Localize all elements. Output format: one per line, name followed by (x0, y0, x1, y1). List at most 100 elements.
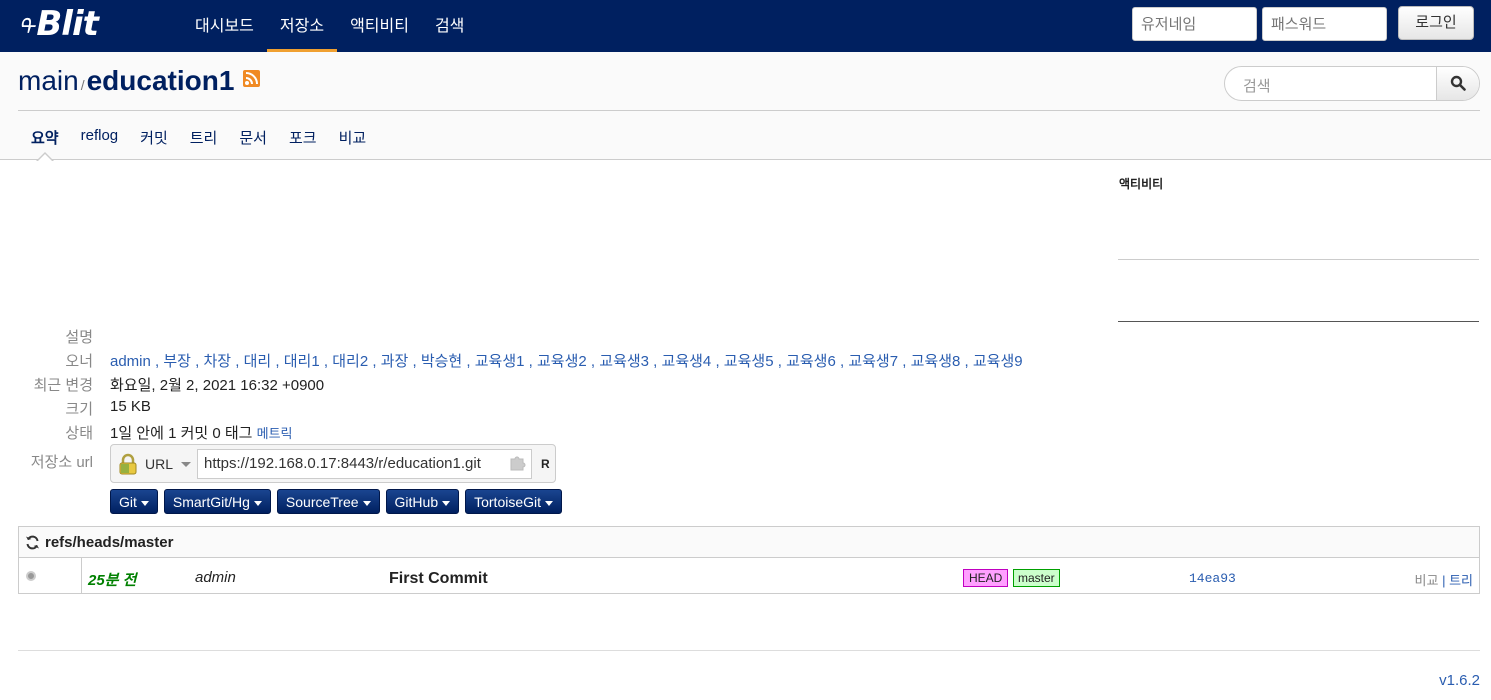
version-label: v1.6.2 (1439, 672, 1480, 689)
owner-link[interactable]: admin (110, 353, 151, 370)
refresh-icon[interactable] (25, 535, 40, 555)
nav-search[interactable]: 검색 (422, 0, 477, 52)
nav-activity[interactable]: 액티비티 (337, 0, 422, 52)
login-button[interactable]: 로그인 (1398, 6, 1474, 40)
tab-commits[interactable]: 커밋 (129, 124, 179, 160)
permission-badge: R (541, 457, 550, 471)
ref-badge-master[interactable]: master (1013, 569, 1060, 587)
status-value: 1일 안에 1 커밋 0 태그 메트릭 (110, 422, 293, 443)
compare-link[interactable]: 비교 (1415, 573, 1439, 588)
commit-links: 비교 | 트리 (1415, 570, 1473, 589)
tab-tree[interactable]: 트리 (179, 124, 229, 160)
metrics-link[interactable]: 메트릭 (257, 426, 293, 441)
client-smartgit-button[interactable]: SmartGit/Hg (163, 489, 271, 514)
size-label: 크기 (65, 401, 93, 418)
search-input[interactable]: 검색 (1243, 75, 1271, 96)
client-github-button[interactable]: GitHub (385, 489, 460, 514)
owner-link[interactable]: 교육생9 (973, 353, 1023, 370)
owner-separator: , (835, 353, 849, 370)
owner-separator: , (368, 353, 381, 370)
url-protocol-select[interactable]: URL (145, 456, 173, 472)
header-divider (18, 110, 1480, 111)
owner-label: 오너 (65, 353, 93, 370)
url-label: 저장소 url (30, 454, 93, 471)
caret-down-icon (545, 500, 554, 506)
tab-reflog[interactable]: reflog (70, 124, 130, 160)
activity-heading: 액티비티 (1119, 177, 1164, 191)
owner-link[interactable]: 교육생5 (724, 353, 774, 370)
client-label: TortoiseGit (474, 494, 542, 510)
repository-search: 검색 (1224, 66, 1480, 101)
commit-message[interactable]: First Commit (389, 570, 488, 588)
owner-link[interactable]: 교육생8 (911, 353, 961, 370)
owner-link[interactable]: 교육생2 (537, 353, 587, 370)
commit-author[interactable]: admin (195, 569, 236, 586)
tab-docs[interactable]: 문서 (228, 124, 278, 160)
owner-link[interactable]: 대리2 (332, 353, 368, 370)
search-button[interactable] (1436, 67, 1479, 100)
commit-log-table: refs/heads/master 25분 전 admin First Comm… (18, 526, 1480, 594)
rss-feed-icon[interactable] (243, 70, 260, 87)
owner-separator: , (150, 353, 164, 370)
owner-link[interactable]: 박승현 (421, 353, 462, 370)
owner-separator: , (773, 353, 787, 370)
repository-url-panel: URL https://192.168.0.17:8443/r/educatio… (110, 444, 556, 483)
tree-link[interactable]: 트리 (1449, 573, 1473, 588)
activity-chart-axis (1118, 259, 1479, 260)
owner-link[interactable]: 과장 (381, 353, 409, 370)
last-change-value: 화요일, 2월 2, 2021 16:32 +0900 (110, 377, 325, 394)
project-link[interactable]: main (18, 65, 79, 96)
status-label: 상태 (65, 425, 93, 442)
nav-dashboard[interactable]: 대시보드 (182, 0, 267, 52)
owner-link[interactable]: 부장 (163, 353, 191, 370)
repository-url-field[interactable]: https://192.168.0.17:8443/r/education1.g… (197, 449, 532, 479)
owner-separator: , (190, 353, 204, 370)
owner-link[interactable]: 교육생7 (848, 353, 898, 370)
client-sourcetree-button[interactable]: SourceTree (276, 489, 380, 514)
repository-title: main/education1 (18, 65, 234, 97)
owner-link[interactable]: 교육생3 (599, 353, 649, 370)
owner-separator: , (408, 353, 421, 370)
repository-name-link[interactable]: education1 (87, 65, 235, 96)
owner-link[interactable]: 차장 (204, 353, 232, 370)
git-client-buttons: Git SmartGit/Hg SourceTree GitHub Tortoi… (110, 489, 563, 514)
username-input[interactable] (1132, 7, 1257, 41)
size-value: 15 KB (110, 398, 151, 415)
footer-divider (18, 650, 1480, 651)
owner-link[interactable]: 교육생4 (662, 353, 712, 370)
ref-badge-head[interactable]: HEAD (963, 569, 1009, 587)
top-navbar: ᠲBlit 대시보드 저장소 액티비티 검색 로그인 (0, 0, 1491, 52)
owner-link[interactable]: 대리1 (284, 353, 320, 370)
owner-separator: , (231, 353, 244, 370)
client-tortoisegit-button[interactable]: TortoiseGit (465, 489, 563, 514)
password-input[interactable] (1262, 7, 1387, 41)
commit-age: 25분 전 (88, 572, 137, 589)
client-label: SourceTree (285, 494, 359, 510)
gitblit-logo[interactable]: ᠲBlit (18, 4, 99, 44)
chevron-down-icon[interactable] (181, 462, 191, 467)
tab-forks[interactable]: 포크 (278, 124, 328, 160)
logo-text: Blit (36, 4, 98, 44)
branch-ref-link[interactable]: refs/heads/master (45, 534, 173, 551)
top-nav-menu: 대시보드 저장소 액티비티 검색 (182, 0, 477, 52)
caret-down-icon (442, 500, 451, 506)
tab-compare[interactable]: 비교 (328, 124, 378, 160)
status-text: 1일 안에 1 커밋 0 태그 (110, 425, 253, 442)
owner-list: admin , 부장 , 차장 , 대리 , 대리1 , 대리2 , 과장 , … (110, 350, 1023, 371)
link-separator: | (1442, 573, 1446, 588)
commit-dot-icon (26, 571, 36, 581)
client-git-button[interactable]: Git (110, 489, 158, 514)
puzzle-icon[interactable] (509, 453, 527, 476)
column-divider (81, 558, 82, 593)
owner-link[interactable]: 대리 (244, 353, 272, 370)
last-change-label: 최근 변경 (33, 377, 93, 394)
commit-sha-link[interactable]: 14ea93 (1189, 571, 1236, 586)
owner-separator: , (960, 353, 973, 370)
owner-separator: , (319, 353, 333, 370)
owner-link[interactable]: 교육생6 (786, 353, 836, 370)
table-row: 25분 전 admin First Commit HEAD master 14e… (19, 558, 1479, 594)
logo-glyph: ᠲ (18, 16, 35, 41)
nav-repositories[interactable]: 저장소 (266, 0, 338, 52)
owner-link[interactable]: 교육생1 (475, 353, 525, 370)
tab-summary[interactable]: 요약 (20, 124, 70, 162)
